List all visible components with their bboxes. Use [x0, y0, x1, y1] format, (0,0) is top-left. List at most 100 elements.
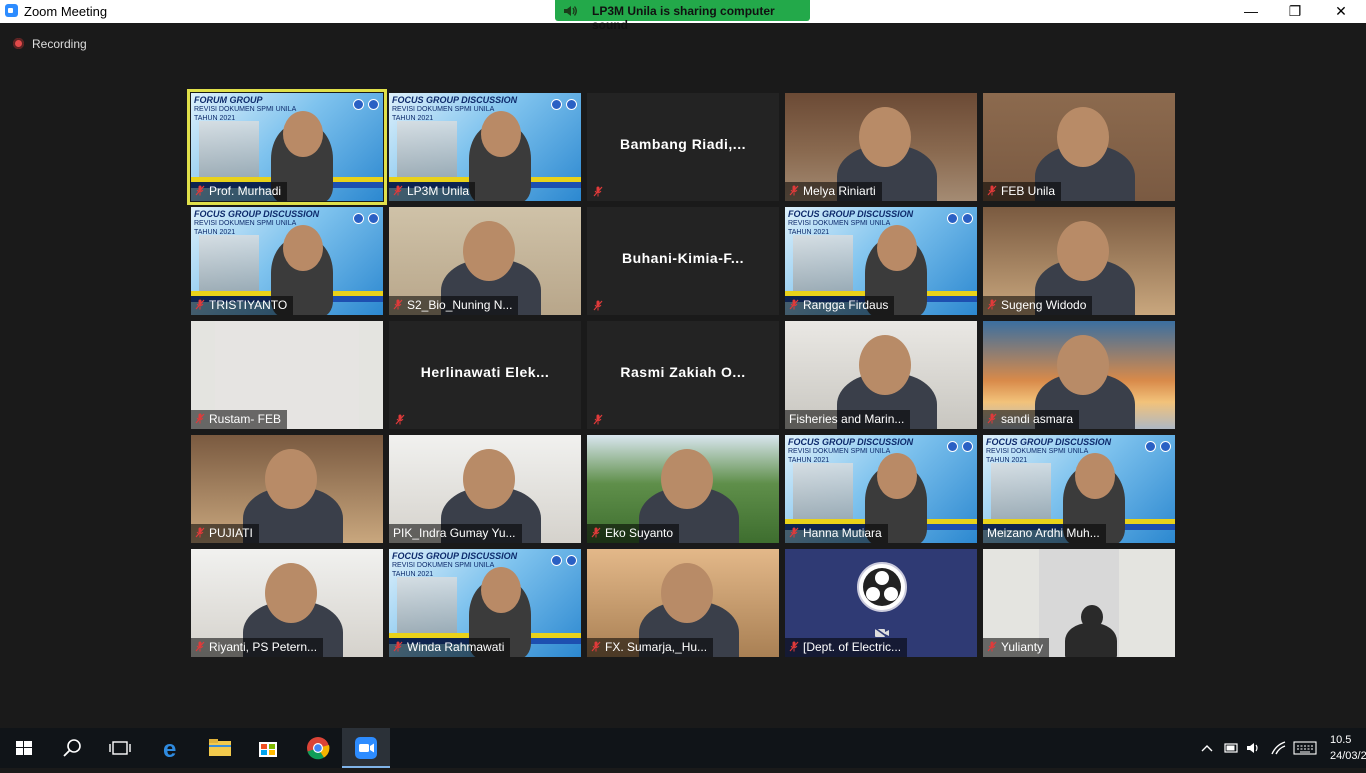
participant-tile[interactable]: Herlinawati Elek... — [389, 321, 581, 429]
participant-tile[interactable]: FOCUS GROUP DISCUSSION REVISI DOKUMEN SPM… — [191, 207, 383, 315]
muted-mic-icon — [593, 300, 603, 311]
participant-face — [463, 221, 515, 281]
file-explorer-icon — [209, 739, 231, 756]
participant-tile[interactable]: PIK_Indra Gumay Yu... — [389, 435, 581, 543]
edge-button[interactable]: e — [148, 728, 196, 768]
participant-face — [877, 453, 917, 499]
muted-mic-icon — [393, 641, 403, 652]
muted-mic-icon — [195, 641, 205, 652]
participant-tile[interactable]: Fisheries and Marin... — [785, 321, 977, 429]
store-button[interactable] — [244, 728, 292, 768]
clock-date: 24/03/2 — [1330, 750, 1366, 762]
fgd-banner-title: FOCUS GROUP DISCUSSION — [392, 95, 518, 105]
participant-name: Fisheries and Marin... — [789, 412, 905, 426]
participant-face — [661, 449, 713, 509]
university-logos — [547, 97, 577, 115]
participant-face — [1057, 107, 1109, 167]
participant-name-label: Fisheries and Marin... — [785, 410, 911, 429]
participant-tile[interactable]: [Dept. of Electric... — [785, 549, 977, 657]
participant-face — [661, 563, 713, 623]
participant-tile[interactable]: Rasmi Zakiah O... — [587, 321, 779, 429]
chrome-button[interactable] — [294, 728, 342, 768]
participant-name: Melya Riniarti — [803, 184, 876, 198]
participant-tile[interactable]: PUJIATI — [191, 435, 383, 543]
participant-name-label: Riyanti, PS Petern... — [191, 638, 324, 657]
participant-name-label: Eko Suyanto — [587, 524, 680, 543]
zoom-icon — [355, 737, 377, 759]
start-button[interactable] — [0, 728, 48, 768]
participant-name: [Dept. of Electric... — [803, 640, 902, 654]
participant-tile[interactable]: Eko Suyanto — [587, 435, 779, 543]
muted-mic-icon — [789, 299, 799, 310]
participant-name-label: FX. Sumarja,_Hu... — [587, 638, 714, 657]
participant-tile[interactable]: FOCUS GROUP DISCUSSION REVISI DOKUMEN SPM… — [389, 93, 581, 201]
minimize-button[interactable]: — — [1228, 0, 1274, 23]
muted-mic-icon — [591, 641, 601, 652]
campus-tower-image — [397, 121, 457, 183]
search-button[interactable] — [48, 728, 96, 768]
participant-tile[interactable]: Rustam- FEB — [191, 321, 383, 429]
wifi-icon[interactable] — [1271, 741, 1286, 755]
file-explorer-button[interactable] — [196, 728, 244, 768]
recording-dot-icon — [13, 38, 24, 49]
participant-name: TRISTIYANTO — [209, 298, 288, 312]
participant-tile[interactable]: FX. Sumarja,_Hu... — [587, 549, 779, 657]
fgd-sub-line1: REVISI DOKUMEN SPMI UNILA — [788, 220, 891, 227]
muted-mic-icon — [987, 641, 997, 652]
participant-name-label: Rangga Firdaus — [785, 296, 895, 315]
participant-face — [859, 335, 911, 395]
participant-tile[interactable]: Melya Riniarti — [785, 93, 977, 201]
participant-tile[interactable]: Riyanti, PS Petern... — [191, 549, 383, 657]
restore-button[interactable]: ❐ — [1272, 0, 1318, 23]
participant-tile[interactable]: sandi asmara — [983, 321, 1175, 429]
participant-tile[interactable]: S2_Bio_Nuning N... — [389, 207, 581, 315]
muted-mic-icon — [393, 185, 403, 196]
participant-tile[interactable]: FOCUS GROUP DISCUSSION REVISI DOKUMEN SPM… — [785, 207, 977, 315]
participant-face — [1057, 335, 1109, 395]
participant-face — [481, 111, 521, 157]
close-button[interactable]: ✕ — [1318, 0, 1364, 23]
zoom-taskbar-button[interactable] — [342, 728, 390, 768]
campus-tower-image — [991, 463, 1051, 525]
muted-mic-icon — [987, 413, 997, 424]
participant-name-label: PIK_Indra Gumay Yu... — [389, 524, 522, 543]
participant-name-label: Yulianty — [983, 638, 1050, 657]
muted-mic-icon — [195, 299, 205, 310]
volume-icon[interactable] — [1247, 743, 1254, 753]
participant-tile[interactable]: FORUM GROUP REVISI DOKUMEN SPMI UNILA TAHU… — [187, 89, 387, 205]
participant-tile[interactable]: FOCUS GROUP DISCUSSION REVISI DOKUMEN SPM… — [983, 435, 1175, 543]
edge-icon: e — [163, 736, 176, 763]
participant-tile[interactable]: FOCUS GROUP DISCUSSION REVISI DOKUMEN SPM… — [785, 435, 977, 543]
participant-name-label: FEB Unila — [983, 182, 1062, 201]
muted-mic-icon — [591, 527, 601, 538]
participant-tile[interactable]: FEB Unila — [983, 93, 1175, 201]
participant-name-label: Winda Rahmawati — [389, 638, 511, 657]
participant-name: FEB Unila — [1001, 184, 1056, 198]
windows-taskbar: e 10.5 24/03/2 — [0, 728, 1366, 768]
participant-name: FX. Sumarja,_Hu... — [605, 640, 708, 654]
participant-name: S2_Bio_Nuning N... — [407, 298, 513, 312]
start-icon — [16, 741, 32, 755]
participant-name-label: Sugeng Widodo — [983, 296, 1093, 315]
participant-tile[interactable]: FOCUS GROUP DISCUSSION REVISI DOKUMEN SPM… — [389, 549, 581, 657]
chevron-up-icon[interactable] — [1201, 745, 1213, 752]
sharing-sound-banner[interactable]: LP3M Unila is sharing computer sound — [555, 0, 810, 32]
clock[interactable]: 10.5 24/03/2 — [1330, 732, 1366, 764]
fgd-sub-line1: REVISI DOKUMEN SPMI UNILA — [194, 220, 297, 227]
participant-tile[interactable]: Buhani-Kimia-F... — [587, 207, 779, 315]
fgd-sub-line1: REVISI DOKUMEN SPMI UNILA — [986, 448, 1089, 455]
participant-name-label: Prof. Murhadi — [191, 182, 288, 201]
university-logos — [547, 553, 577, 571]
participant-face — [877, 225, 917, 271]
participant-face — [265, 449, 317, 509]
zoom-app-icon — [5, 4, 18, 17]
participant-face — [859, 107, 911, 167]
participant-tile[interactable]: Bambang Riadi,... — [587, 93, 779, 201]
task-view-button[interactable] — [96, 728, 144, 768]
university-logos — [349, 211, 379, 229]
participant-tile[interactable]: Sugeng Widodo — [983, 207, 1175, 315]
participant-tile[interactable]: Yulianty — [983, 549, 1175, 657]
university-logos — [349, 97, 379, 115]
participant-name: Rustam- FEB — [209, 412, 282, 426]
participant-name: Winda Rahmawati — [407, 640, 505, 654]
